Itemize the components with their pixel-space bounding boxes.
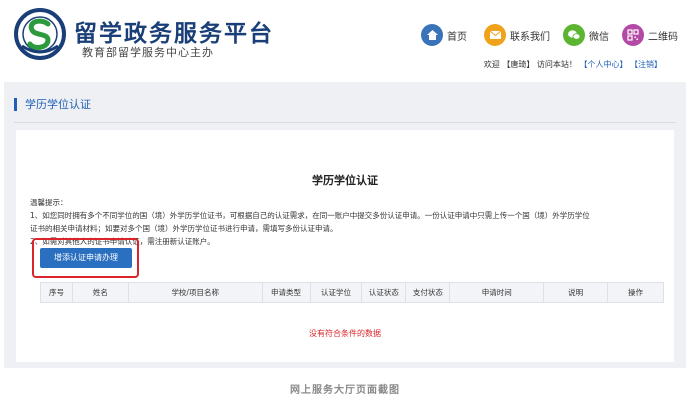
- section-heading: 学历学位认证: [14, 96, 91, 112]
- wechat-icon: [563, 24, 585, 46]
- nav-item-wechat[interactable]: 微信: [563, 22, 609, 48]
- nav-label-contact: 联系我们: [510, 31, 550, 43]
- mail-icon: [484, 24, 506, 46]
- empty-table-message: 没有符合条件的数据: [309, 329, 381, 338]
- col-header-degree: 认证学位: [309, 282, 363, 303]
- nav-label-wechat: 微信: [589, 31, 609, 43]
- logout-link[interactable]: 【注销】: [630, 60, 662, 69]
- notice-line-3: 2、如需对其他人的证书申请认证，需注册新认证账户。: [30, 237, 215, 246]
- site-title: 留学政务服务平台: [74, 21, 274, 47]
- welcome-bar: 欢迎 【唐琦】 访问本站！ 【个人中心】 【注销】: [484, 59, 662, 70]
- card-title: 学历学位认证: [312, 174, 378, 187]
- notice-heading: 温馨提示：: [30, 198, 68, 207]
- section-heading-title: 学历学位认证: [25, 98, 91, 111]
- notice-line-2: 证书的相关申请材料；如要对多个国（境）外学历学位证书进行申请，需填写多份认证申请…: [30, 224, 338, 233]
- col-header-notes: 说明: [543, 282, 609, 303]
- col-header-status: 认证状态: [361, 282, 407, 303]
- welcome-prefix: 欢迎 【: [483, 60, 511, 69]
- image-caption: 网上服务大厅页面截图: [290, 385, 400, 396]
- nav-label-home: 首页: [447, 31, 467, 43]
- table-header-row: 序号 姓名 学校/项目名称 申请类型 认证学位 认证状态 支付状态 申请时间 说…: [40, 282, 664, 303]
- notice-text: 温馨提示： 1、如您同时拥有多个不同学位的国（境）外学历学位证书，可根据自己的认…: [30, 196, 668, 248]
- welcome-username: 唐琦: [510, 60, 527, 69]
- col-header-school: 学校/项目名称: [127, 282, 263, 303]
- nav-item-home[interactable]: 首页: [421, 22, 467, 48]
- notice-line-1: 1、如您同时拥有多个不同学位的国（境）外学历学位证书，可根据自己的认证需求，在同…: [30, 211, 590, 220]
- col-header-date: 申请时间: [449, 282, 545, 303]
- col-header-name: 姓名: [71, 282, 129, 303]
- section-heading-bar: [14, 97, 17, 111]
- home-icon: [421, 24, 443, 46]
- col-header-action: 操作: [607, 282, 664, 303]
- add-application-button[interactable]: 增添认证申请办理: [40, 248, 132, 268]
- main-panel: 学历学位认证 学历学位认证 温馨提示： 1、如您同时拥有多个不同学位的国（境）外…: [4, 82, 686, 368]
- col-header-payment: 支付状态: [405, 282, 451, 303]
- col-header-type: 申请类型: [261, 282, 311, 303]
- applications-table: 序号 姓名 学校/项目名称 申请类型 认证学位 认证状态 支付状态 申请时间 说…: [40, 282, 664, 303]
- site-header: 留学政务服务平台 教育部留学服务中心主办 首页 联系我们 微信 二维码 欢迎 【…: [0, 0, 690, 82]
- nav-item-qrcode[interactable]: 二维码: [622, 22, 678, 48]
- site-subtitle: 教育部留学服务中心主办: [82, 46, 214, 59]
- nav-label-qrcode: 二维码: [648, 31, 678, 43]
- certification-card: 学历学位认证 温馨提示： 1、如您同时拥有多个不同学位的国（境）外学历学位证书，…: [16, 130, 674, 362]
- nav-item-contact[interactable]: 联系我们: [484, 22, 550, 48]
- site-logo[interactable]: [14, 8, 66, 60]
- section-divider: [14, 122, 676, 123]
- personal-center-link[interactable]: 【个人中心】: [579, 60, 627, 69]
- col-header-index: 序号: [40, 282, 73, 303]
- welcome-middle: 】 访问本站！: [526, 60, 577, 69]
- qrcode-icon: [622, 24, 644, 46]
